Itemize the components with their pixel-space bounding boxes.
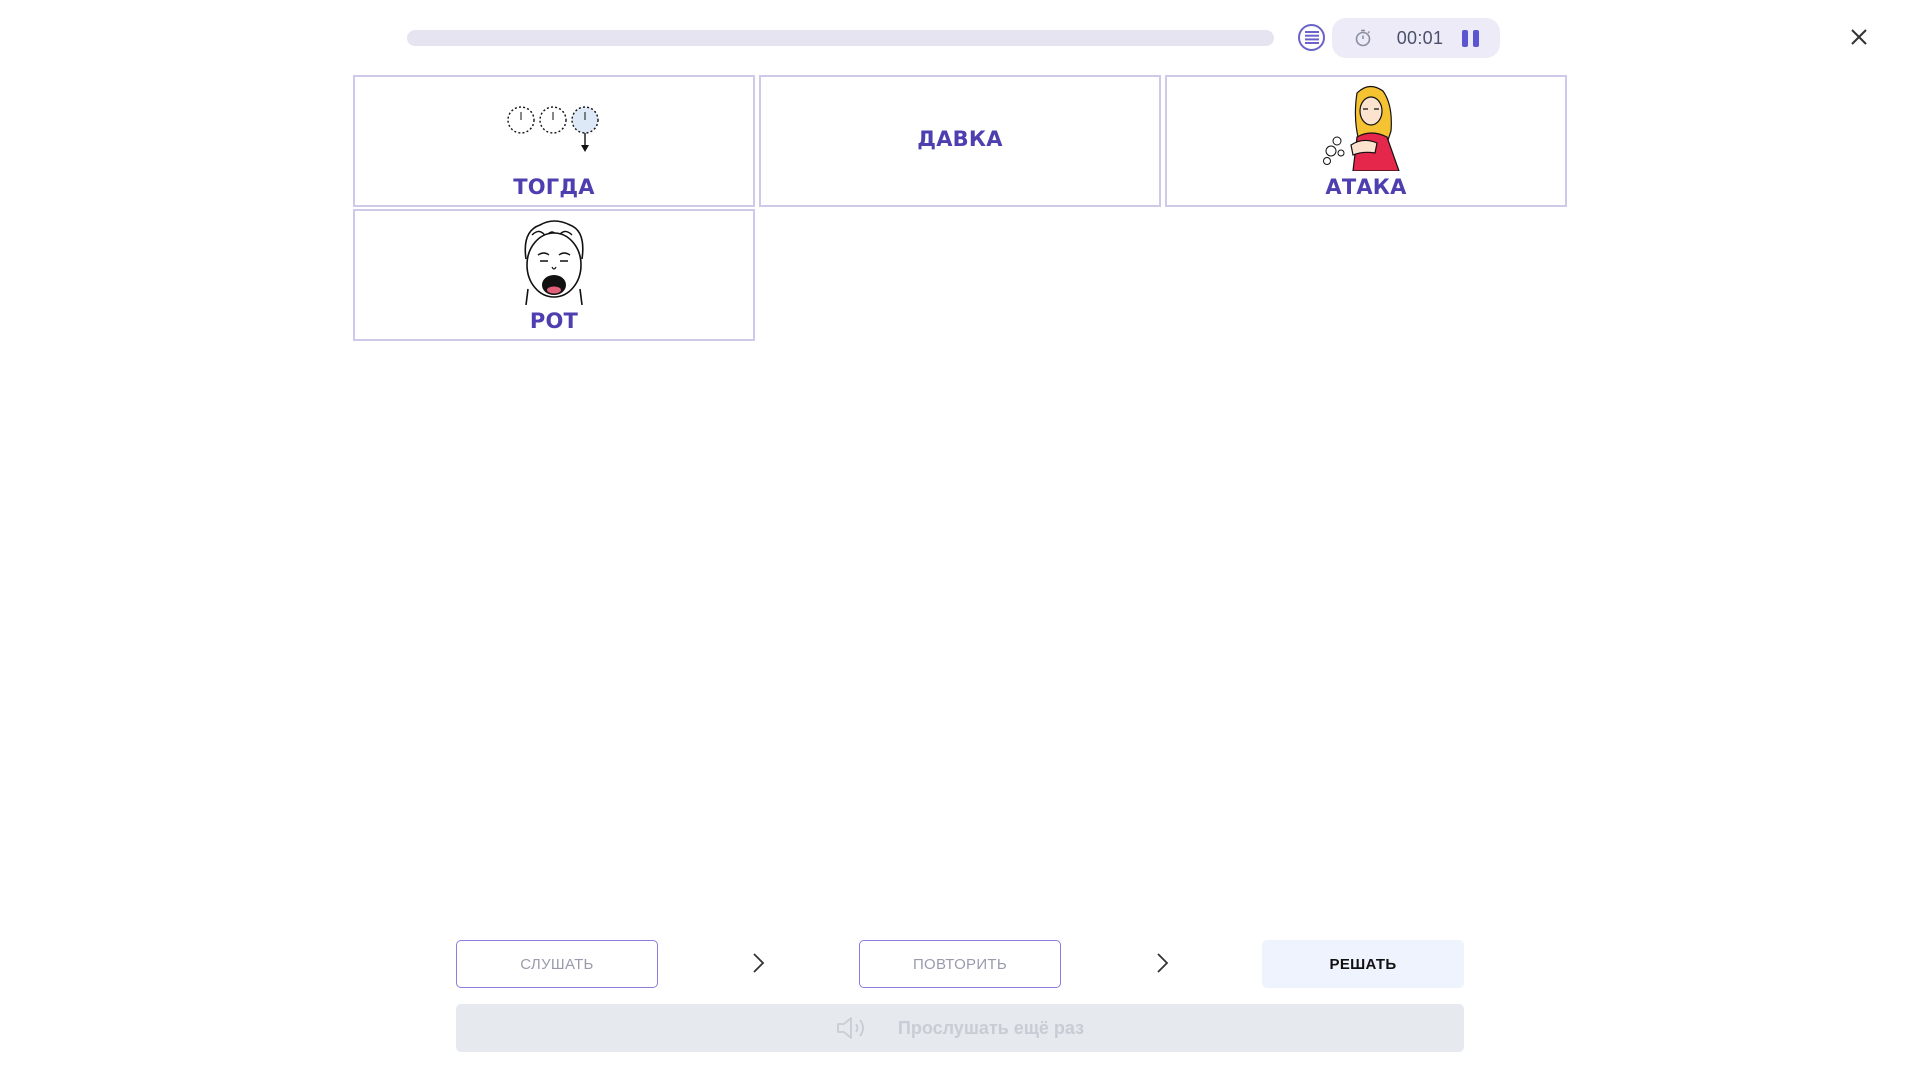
speaker-icon [837,1017,864,1039]
clocks-sequence-icon [507,106,599,152]
card-label: ДАВКА [917,127,1003,151]
repeat-step-button[interactable]: ПОВТОРИТЬ [859,940,1061,988]
stopwatch-icon [1355,29,1371,47]
chevron-right-icon [753,953,765,973]
listen-step-button[interactable]: СЛУШАТЬ [456,940,658,988]
card-label: АТАКА [1325,175,1407,199]
replay-button[interactable]: Прослушать ещё раз [456,1004,1464,1052]
list-icon [1304,31,1319,44]
exercise-screen: 00:01 ТОГДА ДАВКА АТАКА РОТ СЛУШАТЬ ПОВТ… [0,0,1920,1080]
task-list-button[interactable] [1298,24,1325,51]
timer-value: 00:01 [1396,28,1444,48]
pause-icon [1461,29,1468,47]
girl-coughing-icon [1323,85,1400,171]
close-icon[interactable] [1846,24,1872,50]
replay-label: Прослушать ещё раз [897,1017,1085,1038]
solve-step-button[interactable]: РЕШАТЬ [1262,940,1464,988]
word-card-2[interactable]: ДАВКА [759,75,1161,207]
timer-panel: 00:01 [1332,18,1500,58]
word-card-4[interactable]: РОТ [353,209,755,341]
word-card-3[interactable]: АТАКА [1165,75,1567,207]
progress-bar [407,30,1274,46]
card-label: ТОГДА [513,175,595,199]
word-card-1[interactable]: ТОГДА [353,75,755,207]
boy-open-mouth-icon [524,220,584,305]
card-label: РОТ [529,309,579,333]
chevron-right-icon [1157,953,1169,973]
pause-button[interactable] [1457,28,1483,48]
